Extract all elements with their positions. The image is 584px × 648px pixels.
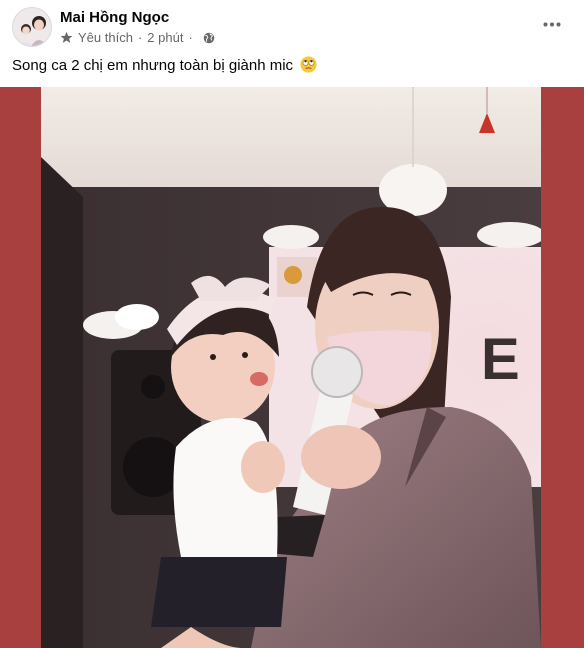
post-header: Mai Hồng Ngọc Yêu thích · 2 phút · <box>0 0 584 50</box>
more-options-icon <box>543 22 561 26</box>
post-caption: Song ca 2 chị em nhưng toàn bị giành mic <box>12 56 317 74</box>
author-name[interactable]: Mai Hồng Ngọc <box>60 9 169 26</box>
photo-illustration: E R T <box>41 87 541 648</box>
author-avatar[interactable] <box>12 7 52 47</box>
svg-text:E: E <box>481 327 520 392</box>
post-meta: Yêu thích · 2 phút · <box>60 30 215 45</box>
avatar-image <box>13 8 51 46</box>
post-media[interactable]: E R T <box>0 87 584 648</box>
post-photo[interactable]: E R T <box>41 87 541 648</box>
meta-separator-2: · <box>188 30 193 45</box>
globe-icon[interactable] <box>203 32 215 44</box>
star-icon <box>60 31 73 43</box>
caption-text: Song ca 2 chị em nhưng toàn bị giành mic <box>12 57 294 74</box>
meta-separator: · <box>137 30 143 45</box>
more-options-button[interactable] <box>538 12 566 36</box>
rolling-eyes-emoji-icon <box>300 56 317 73</box>
favorite-label[interactable]: Yêu thích <box>78 30 133 45</box>
post-timestamp[interactable]: 2 phút <box>147 30 183 45</box>
